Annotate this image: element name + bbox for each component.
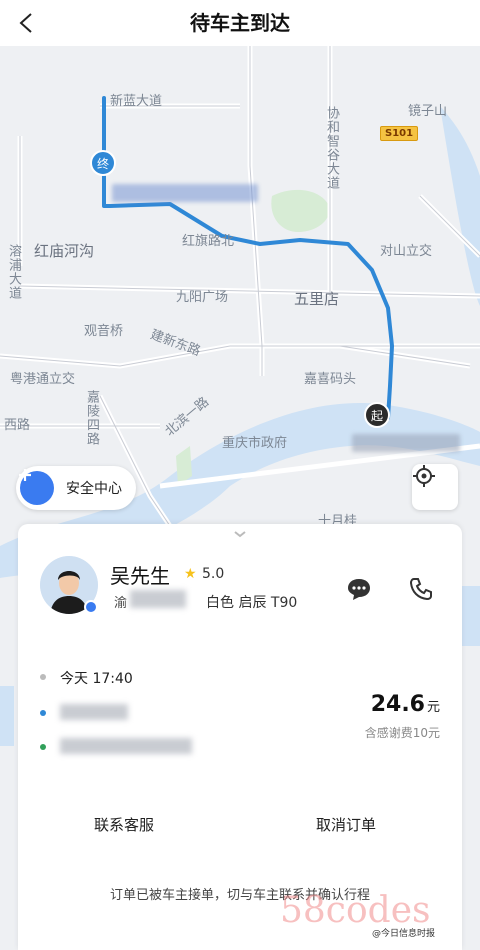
map-label-chongqing-gov: 重庆市政府: [222, 436, 288, 451]
page-title: 待车主到达: [190, 11, 290, 35]
star-icon: ★: [184, 566, 197, 582]
map-label-road-top: 新蓝大道: [110, 94, 163, 109]
drag-handle-icon[interactable]: [232, 530, 248, 538]
destination-marker[interactable]: 终: [90, 150, 116, 176]
contact-service-button[interactable]: 联系客服: [94, 814, 154, 835]
map-label-left-side: 溶浦大道: [6, 244, 21, 300]
driver-name: 吴先生: [110, 564, 170, 588]
price-block: 24.6 元: [371, 692, 440, 717]
car-info: 白色 启辰 T90: [206, 595, 298, 611]
map-label-wuli: 五里店: [294, 290, 340, 308]
plate-prefix: 渝: [114, 596, 128, 611]
price-note: 含感谢费10元: [364, 726, 440, 740]
verified-badge-icon: [84, 600, 98, 614]
time-dot-icon: [40, 674, 46, 680]
blurred-plate: [130, 590, 186, 608]
shield-plus-icon: [19, 469, 54, 505]
watermark: 58codes: [280, 890, 431, 931]
map-label-street-right: 协和智谷大道: [324, 106, 339, 190]
driver-rating: 5.0: [202, 566, 225, 582]
chat-button[interactable]: [346, 576, 372, 602]
map-label-jiuyang: 九阳广场: [176, 290, 229, 305]
cancel-order-button[interactable]: 取消订单: [316, 814, 376, 835]
blurred-end-address: [60, 738, 192, 754]
start-dot-icon: [40, 710, 46, 716]
blurred-start-address: [60, 704, 128, 720]
map-label-duihu: 对山立交: [380, 244, 433, 259]
price-value: 24.6: [370, 692, 425, 717]
map-label-gongyuan: 红旗路北: [182, 234, 235, 249]
watermark-small: @今日信息时报: [372, 929, 436, 939]
price-unit: 元: [426, 700, 440, 715]
back-button[interactable]: [8, 6, 44, 40]
map-label-bottom-left: 粤港通立交: [10, 372, 76, 387]
destination-marker-label: 终: [96, 156, 109, 171]
safety-center-label: 安全中心: [66, 481, 122, 497]
origin-marker[interactable]: 起: [364, 402, 390, 428]
pickup-time: 今天 17:40: [60, 671, 133, 687]
end-dot-icon: [40, 744, 46, 750]
back-arrow-icon: [19, 13, 32, 33]
map-label-top-right: 镜子山: [408, 104, 448, 119]
highway-shield: S101: [380, 126, 419, 141]
blurred-start-label: [352, 434, 460, 452]
map-label-huiyuan: 嘉陵四路: [84, 390, 99, 446]
safety-center-button[interactable]: 安全中心: [16, 466, 136, 510]
map-label-xilu: 西路: [4, 418, 31, 433]
locate-button[interactable]: [412, 464, 458, 510]
origin-marker-label: 起: [370, 408, 383, 423]
phone-button[interactable]: [408, 576, 434, 602]
map-label-honghe: 红庙河沟: [34, 242, 95, 260]
phone-icon: [409, 578, 432, 601]
map-label-guanyin: 观音桥: [84, 324, 124, 339]
locate-icon: [413, 465, 435, 487]
driver-card: 吴先生 ★ 5.0 渝 白色 启辰 T90 今天 17:40 24.6 元 含感…: [18, 524, 462, 950]
top-bar: 待车主到达: [0, 0, 480, 46]
map-label-qiao: 嘉喜码头: [304, 372, 357, 387]
blurred-pickup-label: [112, 184, 258, 202]
chat-icon: [348, 579, 370, 600]
